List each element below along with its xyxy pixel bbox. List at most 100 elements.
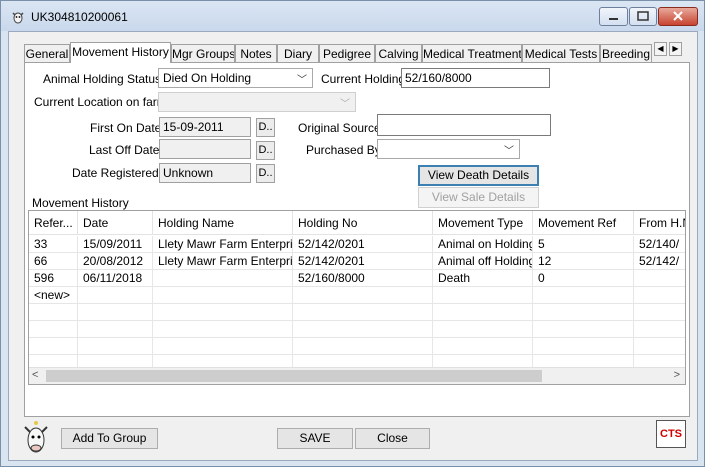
tab-notes[interactable]: Notes	[235, 44, 277, 62]
cell-holding-name[interactable]: Llety Mawr Farm Enterpri	[153, 236, 293, 253]
horizontal-scrollbar[interactable]: < >	[29, 367, 685, 384]
cell-from-holding[interactable]: 52/142/	[634, 253, 685, 270]
cell-reference[interactable]: 66	[29, 253, 78, 270]
cell-movement-type[interactable]: Animal on Holding	[433, 236, 533, 253]
cell-date[interactable]: 06/11/2018	[78, 270, 153, 287]
original-source-field[interactable]	[377, 114, 551, 136]
cell-reference[interactable]	[29, 338, 78, 355]
column-header-from-holding[interactable]: From H.N	[634, 211, 685, 235]
tab-general[interactable]: General	[24, 44, 70, 62]
date-registered-field[interactable]: Unknown	[159, 163, 251, 183]
table-row[interactable]	[29, 338, 685, 355]
cell-movement-type[interactable]: Death	[433, 270, 533, 287]
cell-date[interactable]: 20/08/2012	[78, 253, 153, 270]
cell-reference[interactable]: <new>	[29, 287, 78, 304]
last-off-date-picker-button[interactable]: D..	[256, 141, 275, 160]
cell-date[interactable]: 15/09/2011	[78, 236, 153, 253]
cell-reference[interactable]: 33	[29, 236, 78, 253]
cell-movement-type[interactable]	[433, 321, 533, 338]
cell-from-holding[interactable]: 52/140/	[634, 236, 685, 253]
cell-date[interactable]	[78, 287, 153, 304]
cell-movement-ref[interactable]: 12	[533, 253, 634, 270]
title-bar[interactable]: UK304810200061	[1, 1, 704, 31]
column-header-date[interactable]: Date	[78, 211, 153, 235]
table-row[interactable]: 33 15/09/2011 Llety Mawr Farm Enterpri 52/1…	[29, 236, 685, 253]
cell-holding-name[interactable]: Llety Mawr Farm Enterpri	[153, 253, 293, 270]
cell-from-holding[interactable]	[634, 338, 685, 355]
tab-calving[interactable]: Calving	[375, 44, 422, 62]
current-location-select[interactable]: ﹀	[158, 92, 356, 112]
cell-holding-no[interactable]: 52/160/8000	[293, 270, 433, 287]
tab-diary[interactable]: Diary	[277, 44, 319, 62]
tab-medical-treatment[interactable]: Medical Treatment	[422, 44, 522, 62]
cell-date[interactable]	[78, 304, 153, 321]
last-off-date-field[interactable]	[159, 139, 251, 159]
tab-mgr-groups[interactable]: Mgr Groups	[171, 44, 235, 62]
cell-holding-no[interactable]: 52/142/0201	[293, 236, 433, 253]
tab-medical-tests[interactable]: Medical Tests	[522, 44, 600, 62]
cell-date[interactable]	[78, 338, 153, 355]
close-button[interactable]: Close	[355, 428, 430, 449]
cell-from-holding[interactable]	[634, 304, 685, 321]
column-header-movement-type[interactable]: Movement Type	[433, 211, 533, 235]
save-button[interactable]: SAVE	[277, 428, 353, 449]
column-header-movement-ref[interactable]: Movement Ref	[533, 211, 634, 235]
cell-holding-name[interactable]	[153, 287, 293, 304]
movement-history-grid[interactable]: Refer... Date Holding Name Holding No Mo…	[28, 210, 686, 385]
cell-movement-type[interactable]	[433, 338, 533, 355]
close-window-button[interactable]	[658, 7, 698, 26]
cell-from-holding[interactable]	[634, 270, 685, 287]
tab-scroll-right-button[interactable]: ▶	[669, 42, 682, 56]
cell-from-holding[interactable]	[634, 321, 685, 338]
cell-movement-type[interactable]	[433, 287, 533, 304]
cell-movement-ref[interactable]	[533, 338, 634, 355]
cell-holding-no[interactable]	[293, 304, 433, 321]
table-row[interactable]: 596 06/11/2018 52/160/8000 Death 0	[29, 270, 685, 287]
cell-holding-no[interactable]	[293, 321, 433, 338]
cell-holding-no[interactable]	[293, 338, 433, 355]
cell-movement-ref[interactable]	[533, 287, 634, 304]
first-on-date-picker-button[interactable]: D..	[256, 118, 275, 137]
table-row[interactable]: <new>	[29, 287, 685, 304]
view-sale-details-button[interactable]: View Sale Details	[418, 187, 539, 208]
animal-holding-status-select[interactable]: Died On Holding ﹀	[158, 68, 313, 88]
cell-reference[interactable]	[29, 321, 78, 338]
cell-holding-name[interactable]	[153, 270, 293, 287]
cell-movement-type[interactable]	[433, 304, 533, 321]
cell-from-holding[interactable]	[634, 287, 685, 304]
cell-reference[interactable]: 596	[29, 270, 78, 287]
scroll-right-icon[interactable]: >	[674, 369, 680, 381]
cell-movement-ref[interactable]	[533, 321, 634, 338]
cell-holding-no[interactable]	[293, 287, 433, 304]
tab-pedigree[interactable]: Pedigree	[319, 44, 375, 62]
column-header-holding-name[interactable]: Holding Name	[153, 211, 293, 235]
cell-reference[interactable]	[29, 304, 78, 321]
minimize-button[interactable]	[599, 7, 628, 26]
view-death-details-button[interactable]: View Death Details	[418, 165, 539, 186]
scroll-left-icon[interactable]: <	[32, 369, 38, 381]
cell-movement-ref[interactable]: 0	[533, 270, 634, 287]
cell-movement-ref[interactable]	[533, 304, 634, 321]
first-on-date-field[interactable]: 15-09-2011	[159, 117, 251, 137]
current-holding-field[interactable]: 52/160/8000	[401, 68, 550, 88]
cell-movement-type[interactable]: Animal off Holding	[433, 253, 533, 270]
tab-scroll-left-button[interactable]: ◀	[654, 42, 667, 56]
table-row[interactable]: 66 20/08/2012 Llety Mawr Farm Enterpri 52/1…	[29, 253, 685, 270]
table-row[interactable]	[29, 321, 685, 338]
add-to-group-button[interactable]: Add To Group	[61, 428, 158, 449]
column-header-reference[interactable]: Refer...	[29, 211, 78, 235]
cell-holding-name[interactable]	[153, 304, 293, 321]
table-row[interactable]	[29, 304, 685, 321]
cell-holding-name[interactable]	[153, 321, 293, 338]
tab-breeding[interactable]: Breeding	[600, 44, 652, 62]
cell-holding-no[interactable]: 52/142/0201	[293, 253, 433, 270]
date-registered-picker-button[interactable]: D..	[256, 164, 275, 183]
cell-movement-ref[interactable]: 5	[533, 236, 634, 253]
tab-movement-history[interactable]: Movement History	[70, 42, 171, 63]
scrollbar-thumb[interactable]	[46, 370, 542, 382]
column-header-holding-no[interactable]: Holding No	[293, 211, 433, 235]
cell-date[interactable]	[78, 321, 153, 338]
maximize-button[interactable]	[629, 7, 657, 26]
cell-holding-name[interactable]	[153, 338, 293, 355]
purchased-by-select[interactable]: ﹀	[377, 139, 520, 159]
